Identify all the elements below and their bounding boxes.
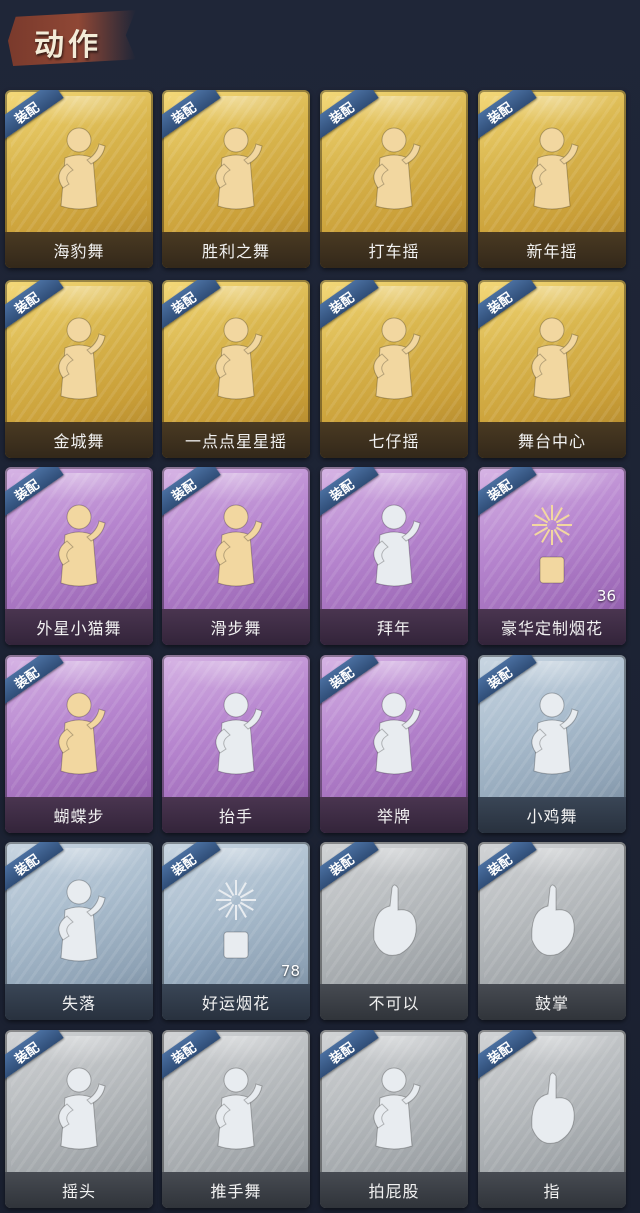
emote-grid: 装配 海豹舞 装配 胜利之舞 装配 打车摇 装配 新年摇 装配 金城舞 装配 一点点星星摇 装配 七仔摇装…: [0, 90, 640, 1213]
emote-card[interactable]: 装配 鼓掌: [478, 842, 626, 1020]
emote-name: 小鸡舞: [478, 797, 626, 833]
clapping-hands-icon: [512, 870, 592, 970]
emote-name: 滑步舞: [162, 609, 310, 645]
emote-name: 推手舞: [162, 1172, 310, 1208]
emote-name: 新年摇: [478, 232, 626, 268]
hold-sign-figure-icon: [354, 683, 434, 783]
emote-name: 摇头: [5, 1172, 153, 1208]
emote-card[interactable]: 装配 推手舞: [162, 1030, 310, 1208]
push-hand-dance-figure-icon: [196, 1058, 276, 1158]
alien-cat-dance-figure-icon: [39, 495, 119, 595]
head-shake-figure-icon: [39, 1058, 119, 1158]
emote-card[interactable]: 装配 舞台中心: [478, 280, 626, 458]
emote-card[interactable]: 装配 海豹舞: [5, 90, 153, 268]
emote-name: 舞台中心: [478, 422, 626, 458]
victory-dance-figure-icon: [196, 118, 276, 218]
new-year-shake-figure-icon: [512, 118, 592, 218]
emote-name: 胜利之舞: [162, 232, 310, 268]
emote-card[interactable]: 装配 36 豪华定制烟花: [478, 467, 626, 645]
emote-card[interactable]: 装配 拜年: [320, 467, 468, 645]
emote-name: 海豹舞: [5, 232, 153, 268]
emote-card[interactable]: 装配 78 好运烟花: [162, 842, 310, 1020]
emote-card[interactable]: 装配 七仔摇: [320, 280, 468, 458]
star-shake-figure-icon: [196, 308, 276, 408]
raise-hand-figure-icon: [196, 683, 276, 783]
emote-card[interactable]: 装配 新年摇: [478, 90, 626, 268]
dejected-figure-icon: [39, 870, 119, 970]
emote-name: 豪华定制烟花: [478, 609, 626, 645]
emote-name: 蝴蝶步: [5, 797, 153, 833]
emote-card[interactable]: 装配指: [478, 1030, 626, 1208]
emote-name: 抬手: [162, 797, 310, 833]
emote-name: 外星小猫舞: [5, 609, 153, 645]
emote-card[interactable]: 装配 胜利之舞: [162, 90, 310, 268]
emote-name: 一点点星星摇: [162, 422, 310, 458]
emote-card[interactable]: 装配 不可以: [320, 842, 468, 1020]
emote-name: 打车摇: [320, 232, 468, 268]
emote-name: 举牌: [320, 797, 468, 833]
emote-card[interactable]: 装配 拍屁股: [320, 1030, 468, 1208]
jincheng-dance-figure-icon: [39, 308, 119, 408]
emote-name: 金城舞: [5, 422, 153, 458]
emote-card[interactable]: 装配 摇头: [5, 1030, 153, 1208]
emote-name: 七仔摇: [320, 422, 468, 458]
chicken-dance-figure-icon: [512, 683, 592, 783]
item-count: 78: [280, 962, 300, 980]
page-title: 动作: [34, 28, 102, 63]
new-year-greeting-figure-icon: [354, 495, 434, 595]
emote-card[interactable]: 装配 金城舞: [5, 280, 153, 458]
emote-page: 动作 装配 海豹舞 装配 胜利之舞 装配 打车摇 装配 新年摇装配 金城舞 装配 一点点星星摇 装配七…: [0, 0, 640, 1213]
emote-name: 拜年: [320, 609, 468, 645]
emote-card[interactable]: 装配 失落: [5, 842, 153, 1020]
no-finger-wag-icon: [354, 870, 434, 970]
emote-card[interactable]: 抬手: [162, 655, 310, 833]
emote-name: 指: [478, 1172, 626, 1208]
emote-card[interactable]: 装配 外星小猫舞: [5, 467, 153, 645]
emote-card[interactable]: 装配 滑步舞: [162, 467, 310, 645]
slide-dance-figure-icon: [196, 495, 276, 595]
emote-name: 好运烟花: [162, 984, 310, 1020]
emote-card[interactable]: 装配 蝴蝶步: [5, 655, 153, 833]
emote-card[interactable]: 装配 打车摇: [320, 90, 468, 268]
emote-name: 失落: [5, 984, 153, 1020]
pointing-hand-icon: [512, 1058, 592, 1158]
emote-name: 鼓掌: [478, 984, 626, 1020]
lucky-firework-icon: [196, 870, 276, 970]
emote-card[interactable]: 装配 举牌: [320, 655, 468, 833]
emote-card[interactable]: 装配 小鸡舞: [478, 655, 626, 833]
seal-dance-figure-icon: [39, 118, 119, 218]
qizai-shake-figure-icon: [354, 308, 434, 408]
stage-center-figure-icon: [512, 308, 592, 408]
butt-slap-figure-icon: [354, 1058, 434, 1158]
butterfly-step-figure-icon: [39, 683, 119, 783]
luxury-fireworks-icon: [512, 495, 592, 595]
emote-name: 不可以: [320, 984, 468, 1020]
item-count: 36: [596, 587, 616, 605]
taxi-shake-figure-icon: [354, 118, 434, 218]
emote-name: 拍屁股: [320, 1172, 468, 1208]
emote-card[interactable]: 装配 一点点星星摇: [162, 280, 310, 458]
